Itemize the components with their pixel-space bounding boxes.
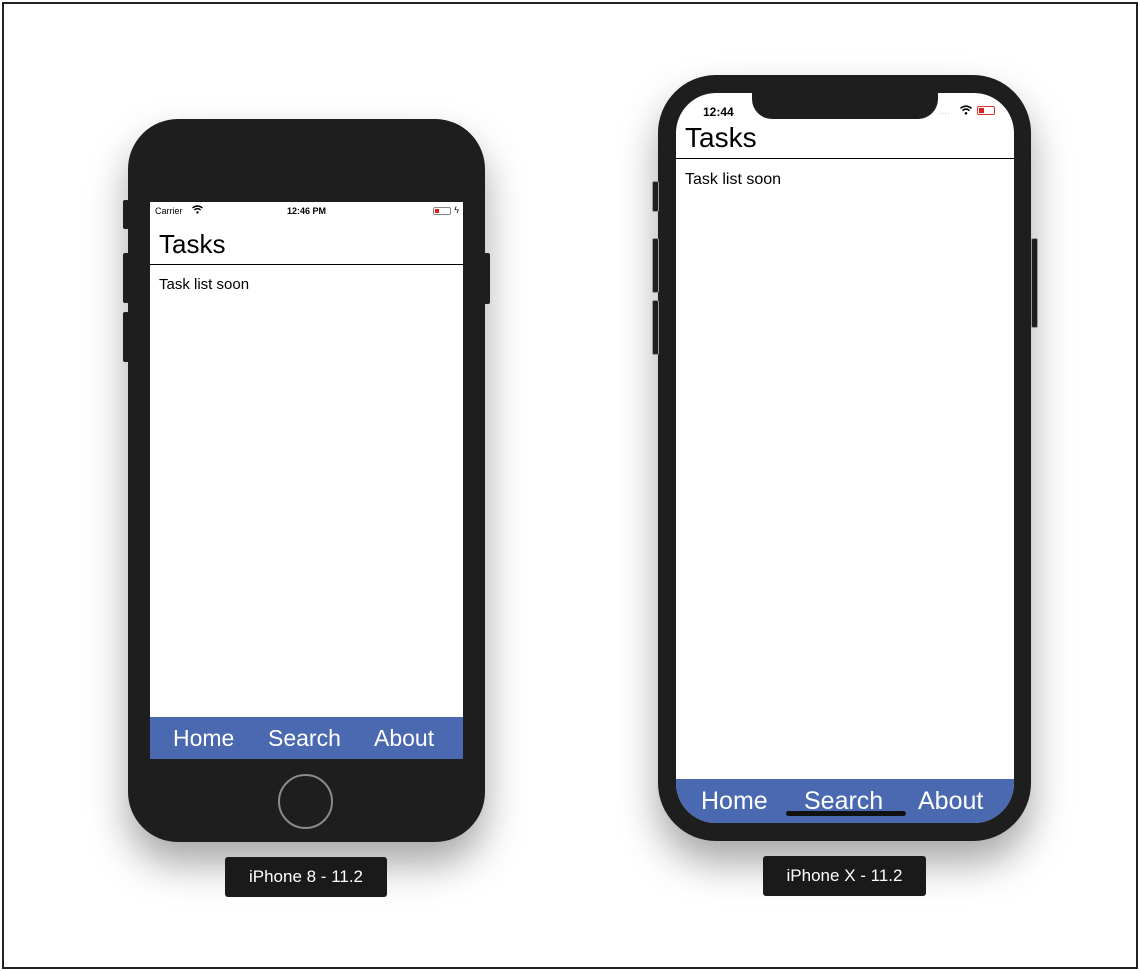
charging-bolt-icon: ϟ xyxy=(454,205,459,215)
status-time: 12:46 PM xyxy=(286,206,327,216)
iphone8-device-label: iPhone 8 - 11.2 xyxy=(225,857,387,897)
home-button[interactable] xyxy=(278,774,333,829)
notch xyxy=(752,93,938,119)
task-list-placeholder: Task list soon xyxy=(685,171,782,188)
header-divider xyxy=(676,158,1014,159)
nav-about-link[interactable]: About xyxy=(918,787,983,816)
iphone8-mute-switch xyxy=(123,200,129,229)
status-time: 12:44 xyxy=(703,105,734,119)
iphonex-side-button xyxy=(1031,238,1038,328)
header-divider xyxy=(150,264,463,265)
nav-about-link[interactable]: About xyxy=(374,725,434,752)
iphone8-volume-down-button xyxy=(123,312,129,362)
nav-home-link[interactable]: Home xyxy=(173,725,234,752)
iphonex-screen: 12:44 .... Tasks Task list soon Home Sea… xyxy=(676,93,1014,823)
iphonex-volume-down-button xyxy=(652,300,659,355)
page-title: Tasks xyxy=(159,229,226,259)
wifi-icon xyxy=(960,105,972,115)
iphone8-volume-up-button xyxy=(123,253,129,303)
task-list-placeholder: Task list soon xyxy=(159,276,250,293)
nav-home-link[interactable]: Home xyxy=(701,787,768,816)
iphone8-screen: Carrier 12:46 PM ϟ Tasks Task list soon … xyxy=(150,202,463,759)
battery-icon xyxy=(977,106,995,115)
iphone8-status-bar: Carrier 12:46 PM ϟ xyxy=(150,202,463,220)
iphonex-mute-switch xyxy=(652,181,659,212)
bottom-nav-bar: Home Search About xyxy=(676,779,1014,823)
battery-icon xyxy=(433,207,451,215)
iphonex-volume-up-button xyxy=(652,238,659,293)
nav-search-link[interactable]: Search xyxy=(268,725,341,752)
iphonex-device-label: iPhone X - 11.2 xyxy=(763,856,926,896)
page-title: Tasks xyxy=(685,122,757,153)
iphone8-power-button xyxy=(484,253,490,304)
signal-icon: .... xyxy=(938,107,951,116)
bottom-nav-bar: Home Search About xyxy=(150,717,463,759)
home-indicator[interactable] xyxy=(786,811,906,816)
